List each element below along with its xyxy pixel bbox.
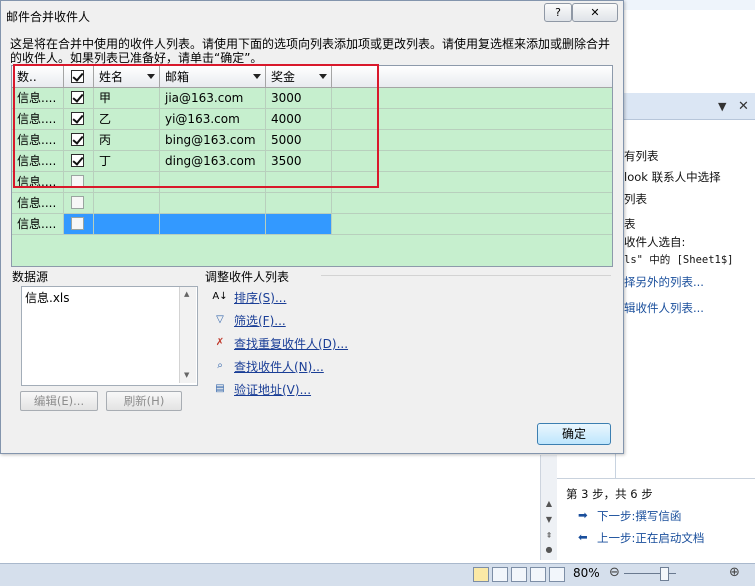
table-cell-include[interactable]	[64, 193, 94, 214]
pane-section-heading: 表	[624, 217, 636, 231]
dialog-instructions: 这是将在合并中使用的收件人列表。请使用下面的选项向列表添加项或更改列表。请使用复…	[10, 37, 611, 65]
table-cell-email[interactable]	[160, 214, 266, 235]
filter-icon: ▽	[216, 314, 224, 325]
scroll-up-icon[interactable]: ▲	[541, 497, 557, 511]
validate-address-link[interactable]: 验证地址(V)...	[234, 381, 311, 398]
pane-recipients-from: 收件人选自:	[624, 235, 686, 249]
prev-page-icon[interactable]: ⇞	[541, 529, 557, 543]
edit-button[interactable]: 编辑(E)...	[20, 391, 98, 411]
full-screen-reading-icon[interactable]	[492, 567, 508, 582]
pane-step-indicator: 第 3 步，共 6 步	[566, 487, 653, 501]
data-source-label: 数据源	[12, 270, 49, 284]
table-cell-empty	[332, 193, 612, 214]
task-pane-header	[615, 93, 755, 120]
dialog-title: 邮件合并收件人	[6, 10, 91, 24]
data-source-list[interactable]: 信息.xls	[21, 286, 198, 386]
table-cell-empty	[332, 214, 612, 235]
table-row[interactable]: 信息....	[12, 193, 612, 214]
table-cell-email[interactable]	[160, 193, 266, 214]
recipient-checkbox[interactable]	[71, 217, 84, 230]
draft-view-icon[interactable]	[549, 567, 565, 582]
pane-source-sheet: ls" 中的 [Sheet1$]	[624, 254, 734, 266]
scroll-down-icon[interactable]: ▼	[541, 513, 557, 527]
web-layout-icon[interactable]	[511, 567, 527, 582]
find-duplicates-link[interactable]: 查找重复收件人(D)...	[234, 335, 348, 352]
pane-option-outlook-contacts[interactable]: look 联系人中选择	[624, 169, 721, 185]
pane-menu-icon[interactable]: ▼	[718, 100, 726, 113]
sort-link[interactable]: 排序(S)...	[234, 289, 286, 306]
find-recipient-icon: ⌕	[217, 360, 223, 371]
scroll-up-icon[interactable]: ▲	[184, 290, 189, 298]
pane-next-step-link[interactable]: 下一步:撰写信函	[597, 508, 681, 524]
scroll-down-icon[interactable]: ▼	[184, 371, 189, 379]
validate-address-icon: ▤	[215, 383, 225, 394]
table-cell-source[interactable]: 信息....	[12, 193, 64, 214]
browse-object-icon[interactable]: ●	[541, 543, 557, 557]
data-source-scrollbar[interactable]: ▲ ▼	[179, 287, 196, 383]
pane-link-edit-recipients[interactable]: 辑收件人列表...	[624, 300, 704, 316]
table-cell-name[interactable]	[94, 214, 160, 235]
zoom-slider-handle[interactable]	[660, 567, 669, 581]
table-row[interactable]: 信息....	[12, 214, 612, 235]
table-cell-include[interactable]	[64, 214, 94, 235]
table-cell-source[interactable]: 信息....	[12, 214, 64, 235]
data-source-item[interactable]: 信息.xls	[25, 289, 70, 306]
zoom-in-icon[interactable]: ⊕	[729, 565, 740, 580]
recipient-checkbox[interactable]	[71, 196, 84, 209]
print-layout-icon[interactable]	[473, 567, 489, 582]
ok-button[interactable]: 确定	[537, 423, 611, 445]
sort-icon: A↓	[212, 291, 228, 302]
refresh-button[interactable]: 刷新(H)	[106, 391, 182, 411]
pane-close-icon[interactable]: ✕	[738, 99, 749, 114]
next-step-arrow-icon: ➡	[578, 508, 588, 522]
highlight-frame	[13, 64, 379, 188]
filter-link[interactable]: 筛选(F)...	[234, 312, 286, 329]
close-button[interactable]: ✕	[572, 3, 618, 22]
find-recipient-link[interactable]: 查找收件人(N)...	[234, 358, 324, 375]
status-bar	[0, 563, 755, 586]
outline-view-icon[interactable]	[530, 567, 546, 582]
table-cell-name[interactable]	[94, 193, 160, 214]
adjust-list-label: 调整收件人列表	[205, 270, 290, 284]
mail-merge-recipients-dialog: 邮件合并收件人 ? ✕ 这是将在合并中使用的收件人列表。请使用下面的选项向列表添…	[0, 0, 624, 454]
zoom-out-icon[interactable]: ⊖	[609, 565, 620, 580]
group-divider	[321, 275, 611, 276]
prev-step-arrow-icon: ⬅	[578, 530, 588, 544]
pane-option-new-list[interactable]: 列表	[624, 191, 647, 207]
help-button[interactable]: ?	[544, 3, 572, 22]
zoom-level[interactable]: 80%	[573, 566, 600, 580]
table-cell-bonus[interactable]	[266, 193, 332, 214]
pane-link-choose-list[interactable]: 择另外的列表...	[624, 274, 704, 290]
pane-option-existing-list[interactable]: 有列表	[624, 148, 659, 164]
table-cell-bonus[interactable]	[266, 214, 332, 235]
find-duplicates-icon: ✗	[215, 337, 225, 348]
pane-prev-step-link[interactable]: 上一步:正在启动文档	[597, 530, 704, 546]
document-scrollbar[interactable]: ▲ ▼ ⇞ ●	[540, 455, 557, 560]
